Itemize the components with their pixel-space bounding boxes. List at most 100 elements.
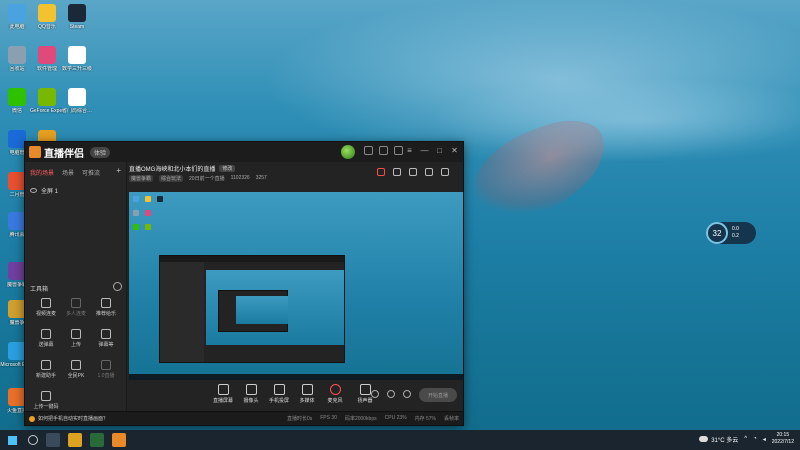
- toolbox-item[interactable]: 全民PK: [61, 360, 91, 379]
- category-tag[interactable]: 魔兽争霸: [129, 175, 154, 182]
- control-1[interactable]: 摄像头: [237, 384, 265, 404]
- settings-icon[interactable]: [394, 146, 403, 155]
- edit-title-button[interactable]: 修改: [219, 165, 236, 172]
- sidebar: 我的场景 场景 可推流 + 全屏 1 工具箱 视频连麦 多人连麦 推荐给乐 送弹幕 上传…: [25, 162, 127, 413]
- tab-my-scenes[interactable]: 我的场景: [30, 168, 54, 177]
- desktop-icon-label: 回收站: [9, 66, 25, 72]
- toolbox-item[interactable]: 新建助手: [31, 360, 61, 379]
- record-icon[interactable]: [377, 168, 385, 176]
- beauty-icon[interactable]: [409, 168, 417, 176]
- toolbox-item[interactable]: 上传: [61, 329, 91, 348]
- notice[interactable]: 如何把手机自动实时直播画面？: [29, 415, 108, 422]
- live-companion-window: 直播伴侣 体验 ≡ — □ ✕ 我的场景 场景 可推流 + 全屏 1 工具箱 视…: [24, 141, 464, 426]
- add-scene-button[interactable]: +: [116, 167, 121, 177]
- share-icon[interactable]: [441, 168, 449, 176]
- desktop-icon[interactable]: Steam: [60, 4, 94, 30]
- tab-streamable[interactable]: 可推流: [82, 168, 100, 177]
- avatar[interactable]: [341, 145, 355, 159]
- tool-icon: [41, 360, 51, 370]
- desktop-icon[interactable]: 回收站: [0, 46, 34, 72]
- maximize-icon[interactable]: □: [435, 146, 444, 155]
- toolbox-item[interactable]: 视频连麦: [31, 298, 61, 317]
- gift-icon[interactable]: [379, 146, 388, 155]
- desktop-icon[interactable]: 微信: [0, 88, 34, 114]
- version-badge[interactable]: 体验: [90, 146, 111, 158]
- network-speed-widget[interactable]: 32 0.0 0.2: [706, 222, 756, 244]
- nested-capture-2: [218, 290, 288, 332]
- desktop-icon[interactable]: 数学三升三级: [60, 46, 94, 72]
- eye-icon[interactable]: [30, 188, 37, 193]
- room-id: 1102326: [230, 175, 250, 181]
- wallpaper-mermaid: [460, 108, 620, 232]
- app-icon: [8, 4, 26, 22]
- search-icon[interactable]: [28, 435, 38, 445]
- mode-tag[interactable]: 综合玩法: [159, 175, 184, 182]
- preview-taskbar: [129, 374, 463, 380]
- time: 20:15: [776, 432, 790, 438]
- tool-label: 视频连麦: [35, 311, 56, 317]
- toolbox-item[interactable]: 多人连麦: [61, 298, 91, 317]
- control-label: 麦克风: [327, 398, 343, 404]
- chevron-up-icon[interactable]: ^: [744, 436, 747, 442]
- desktop-icon-label: 省门局综合…: [61, 108, 92, 114]
- control-icon: [359, 384, 371, 395]
- task-view-icon[interactable]: [46, 433, 60, 447]
- desktop-icon-label: 此电脑: [9, 24, 25, 30]
- tool-label: 上传: [70, 342, 81, 348]
- bell-icon[interactable]: [425, 168, 433, 176]
- control-2[interactable]: 手机投屏: [265, 384, 293, 404]
- toolbox-settings-icon[interactable]: [113, 282, 122, 291]
- status-stats: 直播时长0s FPS 30 码率2000kbps CPU 23% 内存 57% 丢帧率: [287, 415, 459, 422]
- source-controls: 直播屏幕 摄像头 手机投屏 多媒体 麦克风 扬声器 开始直播: [129, 382, 463, 412]
- clock[interactable]: 20:15 2022/7/12: [772, 432, 794, 446]
- live-companion-taskbar-icon[interactable]: [112, 433, 126, 447]
- control-0[interactable]: 直播屏幕: [209, 384, 237, 404]
- toolbox-item[interactable]: 1.0直播: [91, 360, 121, 379]
- app-title: 直播伴侣: [44, 148, 84, 160]
- file-explorer-icon[interactable]: [68, 433, 82, 447]
- network-icon[interactable]: ◔: [753, 436, 757, 442]
- toolbox-item[interactable]: 送弹幕: [31, 329, 61, 348]
- toolbox-item[interactable]: 弹幕等: [91, 329, 121, 348]
- desktop-icon[interactable]: GeForce Experience: [30, 88, 64, 114]
- menu-icon[interactable]: ≡: [405, 146, 414, 155]
- desktop-icon[interactable]: 软件管理: [30, 46, 64, 72]
- toolbox-item[interactable]: 上传一键码: [31, 391, 61, 410]
- tool-label: 全民PK: [67, 373, 85, 379]
- control-label: 直播屏幕: [212, 398, 233, 404]
- control-4[interactable]: 麦克风: [321, 384, 349, 404]
- system-tray: 31°C 多云 ^ ◔ ◂ 20:15 2022/7/12: [699, 432, 794, 446]
- tool-label: 1.0直播: [97, 373, 115, 379]
- desktop-icon-label: GeForce Experience: [30, 108, 64, 114]
- lock-icon[interactable]: [393, 168, 401, 176]
- nested-sidebar: [160, 262, 204, 362]
- weather[interactable]: 31°C 多云: [699, 435, 738, 444]
- app-icon: [68, 46, 86, 64]
- volume-icon[interactable]: ◂: [763, 436, 766, 443]
- start-stream-button[interactable]: 开始直播: [419, 388, 457, 402]
- title-bar[interactable]: 直播伴侣 体验 ≡ — □ ✕: [25, 142, 463, 162]
- stream-preview[interactable]: [129, 192, 463, 380]
- gear-icon[interactable]: [403, 390, 411, 398]
- minimize-icon[interactable]: —: [420, 146, 429, 155]
- upload-rate: 0.0: [732, 226, 739, 232]
- app-taskbar-icon[interactable]: [90, 433, 104, 447]
- toolbox-item[interactable]: 推荐给乐: [91, 298, 121, 317]
- tab-scenes[interactable]: 场景: [62, 168, 74, 177]
- preview-desktop-icon: [133, 196, 139, 202]
- control-3[interactable]: 多媒体: [293, 384, 321, 404]
- preview-desktop-icon: [157, 196, 163, 202]
- warning-icon: [29, 415, 35, 422]
- nested-preview: [206, 270, 344, 345]
- preview-desktop-icon: [145, 196, 151, 202]
- camera-record-icon[interactable]: [371, 390, 379, 398]
- scene-item[interactable]: 全屏 1: [25, 183, 126, 198]
- desktop-icon[interactable]: QQ音乐: [30, 4, 64, 30]
- mail-icon[interactable]: [364, 146, 373, 155]
- start-button[interactable]: [4, 430, 20, 450]
- desktop-icon[interactable]: 省门局综合…: [60, 88, 94, 114]
- eye-toggle-icon[interactable]: [387, 390, 395, 398]
- desktop-icon[interactable]: 此电脑: [0, 4, 34, 30]
- control-icon: [329, 384, 341, 395]
- close-icon[interactable]: ✕: [450, 146, 459, 155]
